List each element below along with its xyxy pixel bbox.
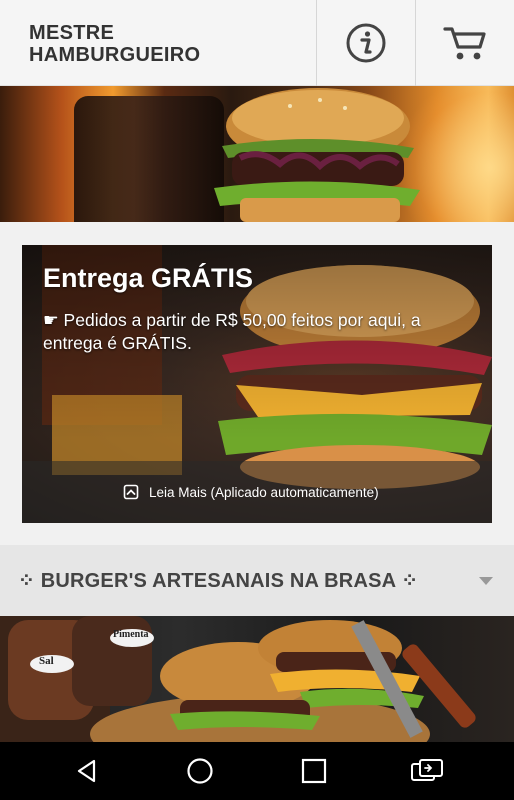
recents-button[interactable]: [286, 751, 342, 791]
screen-rotate-icon: [411, 759, 444, 781]
brand-title[interactable]: MESTRE HAMBURGUEIRO: [0, 0, 316, 85]
hero-banner-image: [0, 86, 514, 222]
back-button[interactable]: [59, 751, 115, 791]
rotate-button[interactable]: [399, 751, 455, 791]
home-icon: [187, 758, 213, 784]
burger-illustration: [214, 88, 420, 222]
category-header[interactable]: ⁘ BURGER'S ARTESANAIS NA BRASA ⁘: [0, 545, 514, 616]
promo-description: ☛ Pedidos a partir de R$ 50,00 feitos po…: [43, 310, 421, 353]
chevron-down-icon: [458, 576, 514, 586]
info-icon: [346, 23, 386, 63]
recents-icon: [301, 758, 326, 784]
promo-title: Entrega GRÁTIS: [43, 263, 254, 293]
home-button[interactable]: [172, 751, 228, 791]
cart-button[interactable]: [415, 0, 514, 86]
category-title: ⁘ BURGER'S ARTESANAIS NA BRASA ⁘: [18, 570, 419, 592]
info-button[interactable]: [316, 0, 415, 86]
expand-image-icon: [123, 484, 139, 500]
brand-line-2: HAMBURGUEIRO: [29, 44, 201, 66]
app-screen: MESTRE HAMBURGUEIRO Entrega GRÁTIS ☛ Ped…: [0, 0, 514, 800]
brand-line-1: MESTRE: [29, 22, 115, 44]
pepper-shaker-label: Pimenta: [113, 629, 149, 640]
cart-icon: [443, 27, 486, 60]
burgers-on-board-illustration: [0, 616, 476, 742]
system-nav-bar: [0, 742, 514, 800]
app-header: MESTRE HAMBURGUEIRO: [0, 0, 514, 86]
read-more-label: Leia Mais (Aplicado automaticamente): [149, 484, 379, 500]
read-more-bar[interactable]: Leia Mais (Aplicado automaticamente): [22, 461, 492, 523]
back-icon: [77, 759, 95, 783]
category-banner-image: Sal Pimenta: [0, 616, 514, 742]
promo-card[interactable]: Entrega GRÁTIS ☛ Pedidos a partir de R$ …: [22, 245, 492, 523]
salt-shaker-label: Sal: [39, 655, 54, 667]
